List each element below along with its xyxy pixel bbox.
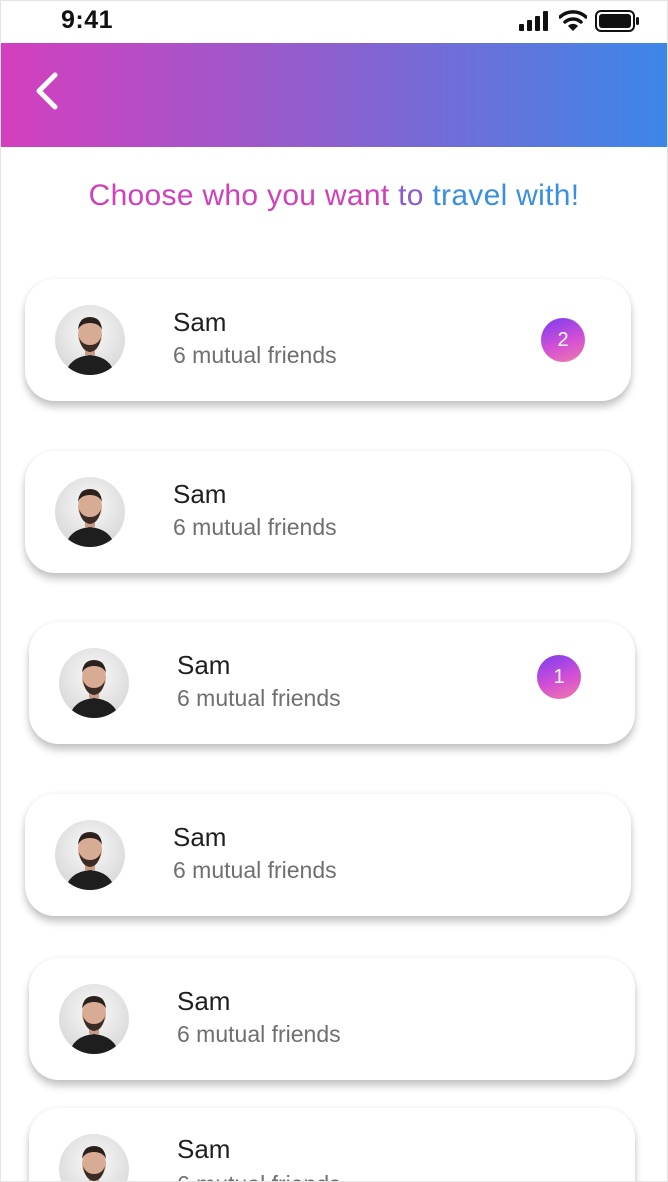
phone-frame: 9:41 Choose who you want to travel with!…	[0, 0, 668, 1182]
friend-name: Sam	[173, 822, 227, 852]
chevron-left-icon	[36, 72, 58, 110]
mutual-friends: 6 mutual friends	[173, 514, 337, 540]
mutual-friends: 6 mutual friends	[177, 1021, 341, 1047]
back-button[interactable]	[29, 69, 69, 113]
selection-badge: 2	[541, 318, 585, 362]
mutual-friends: 6 mutual friends	[177, 685, 341, 711]
avatar	[59, 1134, 129, 1181]
friend-name: Sam	[177, 1134, 231, 1164]
app-header	[1, 43, 667, 147]
signal-icon	[519, 11, 548, 31]
friend-name: Sam	[177, 986, 231, 1016]
avatar	[59, 984, 129, 1054]
selection-badge: 1	[537, 655, 581, 699]
friend-card[interactable]: Sam 6 mutual friends	[25, 794, 631, 916]
friend-card[interactable]: Sam 6 mutual friends 2	[25, 279, 631, 401]
mutual-friends: 6 mutual friends	[177, 1171, 341, 1181]
status-bar: 9:41	[1, 1, 667, 43]
battery-icon	[595, 10, 639, 32]
person-avatar-icon	[59, 984, 129, 1054]
friend-card[interactable]: Sam 6 mutual friends 1	[29, 622, 635, 744]
friend-name: Sam	[173, 307, 227, 337]
mutual-friends: 6 mutual friends	[173, 342, 337, 368]
person-avatar-icon	[55, 305, 125, 375]
title-part-2: to	[389, 179, 433, 212]
friend-card[interactable]: Sam 6 mutual friends	[29, 1108, 635, 1181]
friend-name: Sam	[177, 650, 231, 680]
status-time: 9:41	[61, 6, 114, 34]
title-part-1: Choose who you want	[88, 179, 390, 212]
person-avatar-icon	[55, 820, 125, 890]
page-title: Choose who you want to travel with!	[1, 179, 667, 213]
avatar	[55, 305, 125, 375]
person-avatar-icon	[59, 648, 129, 718]
avatar	[55, 477, 125, 547]
friend-name: Sam	[173, 479, 227, 509]
title-part-3: travel with!	[432, 179, 580, 212]
friend-card[interactable]: Sam 6 mutual friends	[29, 958, 635, 1080]
mutual-friends: 6 mutual friends	[173, 857, 337, 883]
person-avatar-icon	[55, 477, 125, 547]
avatar	[55, 820, 125, 890]
wifi-icon	[559, 10, 587, 31]
friend-card[interactable]: Sam 6 mutual friends	[25, 451, 631, 573]
status-icons	[519, 10, 639, 32]
avatar	[59, 648, 129, 718]
person-avatar-icon	[59, 1134, 129, 1181]
